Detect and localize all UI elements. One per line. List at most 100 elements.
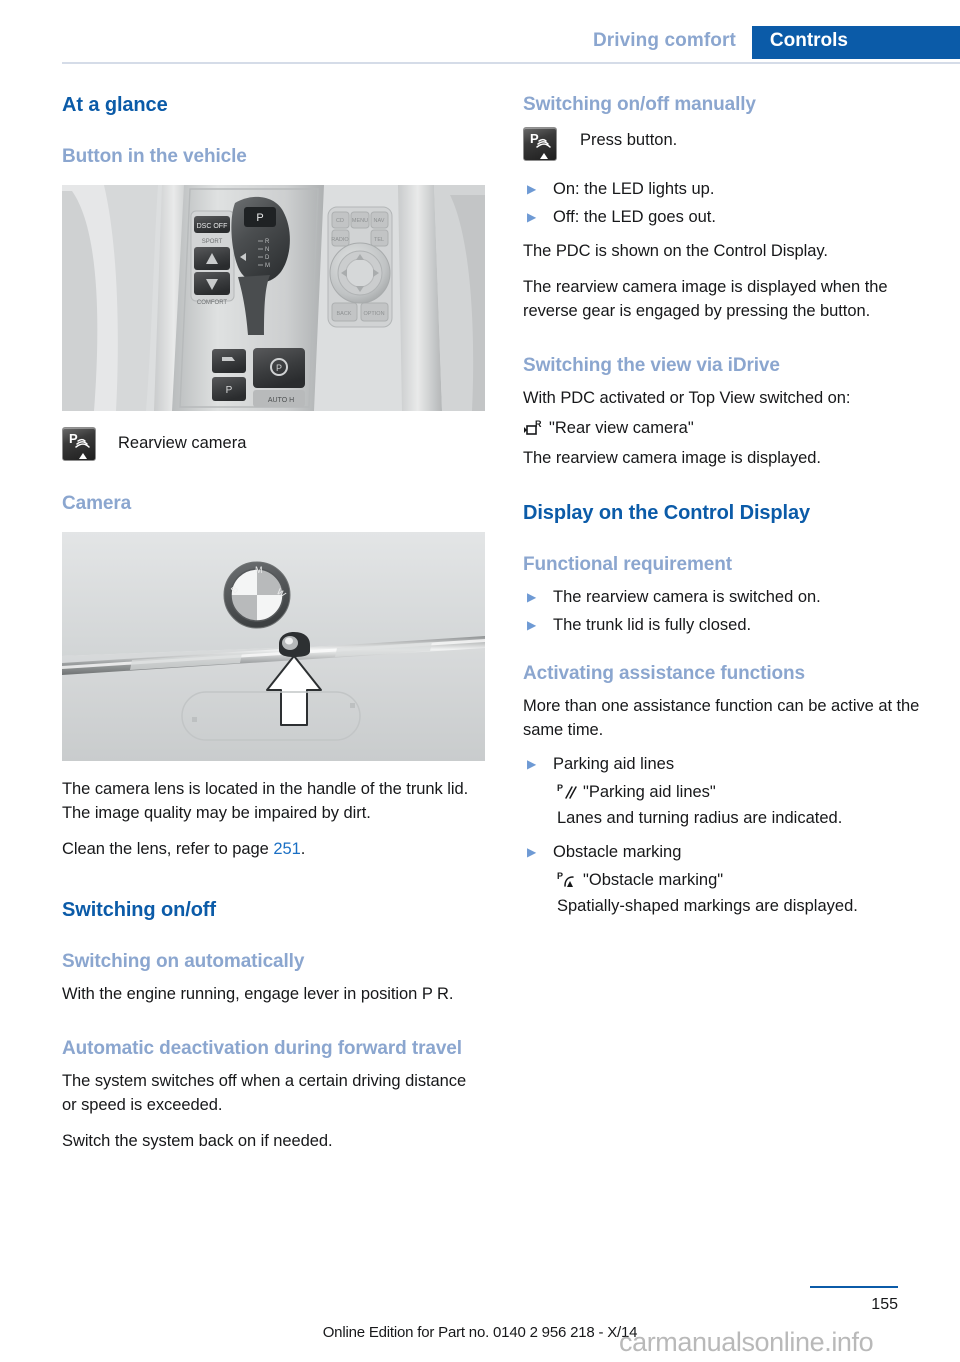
svg-text:DSC OFF: DSC OFF [197,223,228,230]
press-button-instruction: P Press button. [523,127,946,161]
obstacle-marking-menu-icon: P [557,868,583,892]
heading-display-on-control-display: Display on the Control Display [523,502,811,524]
trunk-lid-illustration: B M W [62,532,485,761]
svg-text:COMFORT: COMFORT [197,300,228,306]
header-section-label: Controls [751,26,960,59]
parking-aid-lines-menu-icon: P [557,780,583,804]
figure-trunk-camera: B M W [62,532,485,761]
requirement-camera-on-label: The rearview camera is switched on. [553,588,821,606]
svg-text:NAV: NAV [374,218,385,224]
right-column: Switching on/off manually P Press button… [523,92,946,1153]
heading-camera: Camera [62,493,132,514]
svg-text:N: N [265,247,269,253]
triangle-right-bullet-icon: ▶ [527,590,537,604]
page-number-rule [810,1286,898,1288]
heading-at-a-glance: At a glance [62,94,168,116]
list-item: ▶ Parking aid lines [523,752,946,776]
header-chapter-label: Driving comfort [592,30,736,51]
svg-text:P: P [557,783,563,793]
site-watermark: carmanualsonline.info [619,1327,874,1357]
paragraph-rearview-displayed: The rearview camera image is displayed w… [523,278,888,320]
triangle-right-bullet-icon: ▶ [527,618,537,632]
svg-text:R: R [265,239,270,245]
assistance-function-list: ▶ Parking aid lines [523,752,946,776]
pdc-rearview-camera-icon[interactable]: P [523,127,557,161]
parking-aid-lines-menu-label: "Parking aid lines" [583,783,716,801]
press-button-label: Press button. [580,131,678,149]
svg-text:BACK: BACK [337,311,352,317]
header-divider [62,62,960,64]
list-item: ▶ The rearview camera is switched on. [523,585,946,609]
menu-entry-obstacle-marking[interactable]: P "Obstacle marking" [557,868,946,892]
page-content: At a glance Button in the vehicle DSC OF… [62,92,946,1153]
rear-view-camera-menu-label: "Rear view camera" [549,419,694,437]
paragraph-rearview-is-displayed: The rearview camera image is displayed. [523,449,821,467]
list-item: ▶ On: the LED lights up. [523,177,946,201]
svg-text:OPTION: OPTION [363,311,384,317]
rear-view-camera-menu-icon: R [523,416,549,440]
svg-text:SPORT: SPORT [202,239,223,245]
clean-lens-suffix: . [300,840,306,858]
svg-text:P: P [276,363,282,373]
menu-entry-rear-view-camera[interactable]: R "Rear view camera" [523,416,946,440]
paragraph-with-pdc-activated: With PDC activated or Top View switched … [523,389,851,407]
obstacle-marking-menu-label: "Obstacle marking" [583,871,724,889]
svg-text:MENU: MENU [352,218,368,224]
triangle-right-bullet-icon: ▶ [527,757,537,771]
list-item: ▶ Obstacle marking [523,840,946,864]
paragraph-more-than-one: More than one assistance function can be… [523,697,920,739]
paragraph-clean-lens: Clean the lens, refer to page 251. [62,837,485,861]
paragraph-engine-running: With the engine running, engage lever in… [62,985,454,1003]
page-number: 155 [871,1296,898,1313]
triangle-right-bullet-icon: ▶ [527,210,537,224]
led-on-label: On: the LED lights up. [553,180,715,198]
assistance-obstacle-marking-description: Spatially-shaped markings are displayed. [557,897,858,915]
paragraph-system-switches-off: The system switches off when a certain d… [62,1072,467,1114]
page-reference-link[interactable]: 251 [273,840,300,858]
svg-text:R: R [535,419,542,429]
requirement-trunk-closed-label: The trunk lid is fully closed. [553,616,752,634]
heading-activating-assistance: Activating assistance functions [523,663,805,684]
heading-switching-on-automatically: Switching on automatically [62,951,305,972]
svg-text:P: P [256,212,263,224]
assistance-obstacle-marking-label: Obstacle marking [553,843,682,861]
triangle-right-bullet-icon: ▶ [527,845,537,859]
svg-text:AUTO H: AUTO H [268,397,294,404]
paragraph-switch-back-on: Switch the system back on if needed. [62,1132,333,1150]
paragraph-pdc-shown: The PDC is shown on the Control Display. [523,242,828,260]
svg-text:TEL: TEL [374,237,384,243]
led-state-list: ▶ On: the LED lights up. ▶ Off: the LED … [523,177,946,229]
heading-switching-on-off: Switching on/off [62,899,216,921]
heading-switching-manually: Switching on/off manually [523,94,756,115]
clean-lens-prefix: Clean the lens, refer to page [62,840,274,858]
left-column: At a glance Button in the vehicle DSC OF… [62,92,485,1153]
svg-text:D: D [265,255,270,261]
assistance-parking-aid-lines-description: Lanes and turning radius are indicated. [557,809,843,827]
pdc-rearview-camera-icon: P [62,427,96,461]
header-breadcrumb-tabs: Driving comfort Controls [573,26,960,59]
assistance-function-list: ▶ Obstacle marking [523,840,946,864]
heading-automatic-deactivation: Automatic deactivation during forward tr… [62,1038,462,1059]
page-header: Driving comfort Controls [0,0,960,64]
svg-text:M: M [255,565,263,575]
led-off-label: Off: the LED goes out. [553,208,716,226]
list-item: ▶ Off: the LED goes out. [523,205,946,229]
menu-entry-parking-aid-lines[interactable]: P "Parking aid lines" [557,780,946,804]
figure-center-console: DSC OFF SPORT COMFORT P RN DM P P AUTO H… [62,185,485,411]
paragraph-lens-location: The camera lens is located in the handle… [62,780,469,822]
list-item: ▶ The trunk lid is fully closed. [523,613,946,637]
heading-functional-requirement: Functional requirement [523,554,732,575]
svg-text:P: P [557,871,563,881]
heading-switching-view-idrive: Switching the view via iDrive [523,355,780,376]
svg-text:CD: CD [336,218,344,224]
center-console-illustration: DSC OFF SPORT COMFORT P RN DM P P AUTO H… [62,185,485,411]
functional-requirement-list: ▶ The rearview camera is switched on. ▶ … [523,585,946,637]
triangle-right-bullet-icon: ▶ [527,182,537,196]
heading-button-in-the-vehicle: Button in the vehicle [62,146,247,167]
svg-text:P: P [226,385,233,396]
rearview-camera-legend: P Rearview camera [62,427,485,461]
svg-text:M: M [265,263,270,269]
assistance-parking-aid-lines-label: Parking aid lines [553,755,675,773]
svg-text:RADIO: RADIO [331,237,349,243]
rearview-camera-legend-label: Rearview camera [118,434,247,452]
